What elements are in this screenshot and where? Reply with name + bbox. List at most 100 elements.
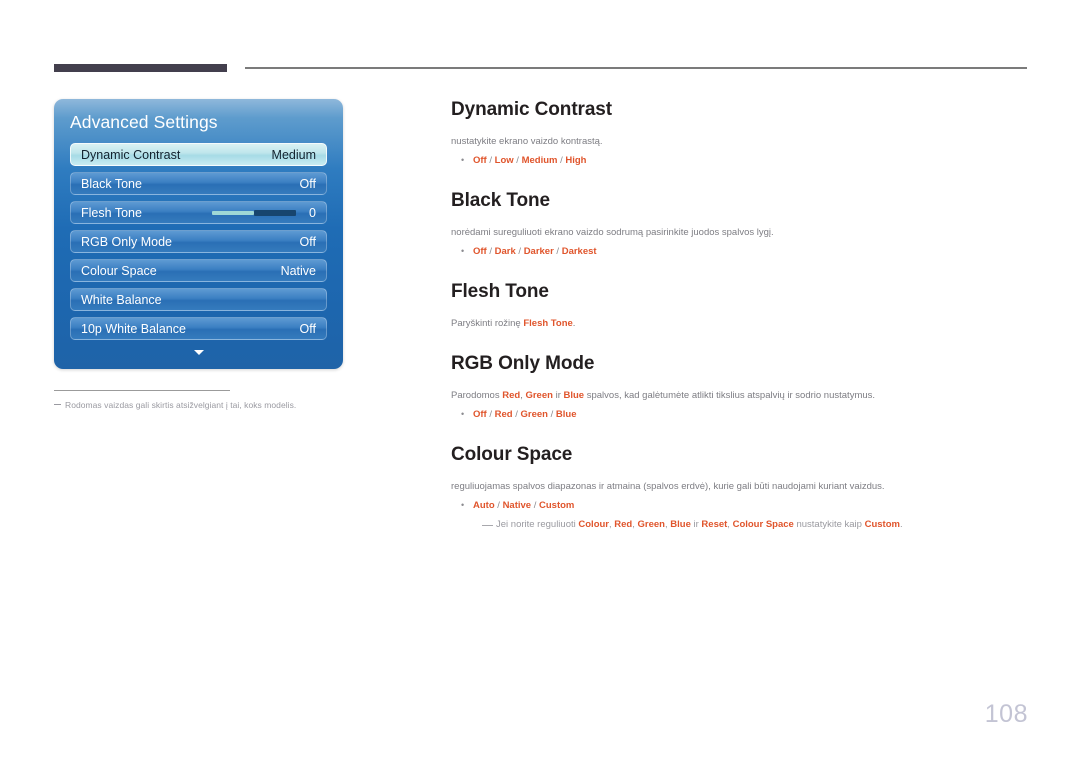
highlight-term: Red [614,518,633,530]
option-item: Darkest [561,245,597,257]
osd-row-label: RGB Only Mode [81,234,173,249]
option-list: • Off / Low / Medium / High [461,154,1031,168]
osd-row-slider[interactable] [212,209,296,216]
subnote-dash-icon [482,524,493,526]
option-separator: / [512,408,521,420]
chevron-down-icon[interactable] [193,350,204,355]
bullet-icon: • [461,245,465,256]
page-number: 108 [984,700,1028,728]
description-text: Parodomos [451,389,503,401]
osd-row-value: Medium [271,147,316,162]
slider-track-filled [212,210,254,215]
section-description: norėdami sureguliuoti ekrano vaizdo sodr… [451,227,774,239]
section-description: reguliuojamas spalvos diapazonas ir atma… [451,480,885,492]
highlight-term: Blue [670,518,691,530]
option-item: Darker [523,245,554,257]
option-separator: / [515,245,524,257]
option-item: Off [473,408,487,420]
osd-panel-title: Advanced Settings [70,112,218,132]
osd-row-rgb-only-mode[interactable]: RGB Only Mode Off [70,230,327,253]
option-values: Auto / Native / Custom [473,499,574,513]
bullet-icon: • [461,408,465,419]
section-description: Parodomos Red, Green ir Blue spalvos, ka… [451,389,1031,403]
highlight-term: Colour Space [732,518,794,530]
bullet-icon: • [461,499,465,510]
option-values: Off / Low / Medium / High [473,154,586,168]
section-colour-space: Colour Space reguliuojamas spalvos diapaz… [451,444,1031,532]
option-separator: / [531,499,539,511]
description-text: spalvos, kad galėtumėte atlikti tikslius… [584,389,876,401]
option-item: Native [502,499,532,511]
slider-track-remaining [254,209,296,216]
description-text: ir [552,389,564,401]
option-item: Custom [539,499,575,511]
option-separator: / [547,408,556,420]
osd-row-white-balance[interactable]: White Balance [70,288,327,311]
osd-row-value: Off [299,234,316,249]
subnote-fragment: . [899,518,903,530]
osd-row-label: Dynamic Contrast [81,147,181,162]
section-description: Paryškinti rožinę Flesh Tone. [451,317,1031,331]
section-rgb-only-mode: RGB Only Mode Parodomos Red, Green ir Blu… [451,353,1031,422]
option-item: Green [520,408,548,420]
highlight-term: Colour [578,518,609,530]
option-separator: / [486,245,495,257]
osd-row-label: White Balance [81,292,162,307]
option-list: • Auto / Native / Custom [461,499,1031,513]
option-list: • Off / Red / Green / Blue [461,408,1031,422]
osd-row-value: Native [280,263,316,278]
sub-note: Jei norite reguliuoti Colour, Red, Green… [482,518,1031,532]
section-dynamic-contrast: Dynamic Contrast nustatykite ekrano vaizd… [451,99,1031,168]
osd-row-label: Colour Space [81,263,157,278]
option-separator: / [486,408,495,420]
section-heading: Dynamic Contrast [451,99,612,120]
osd-row-value: 0 [309,205,316,220]
bullet-icon: • [461,154,465,165]
section-heading: RGB Only Mode [451,352,595,374]
option-separator: / [494,499,503,511]
subnote-text: Jei norite reguliuoti Colour, Red, Green… [496,518,903,532]
osd-row-label: Black Tone [81,176,142,191]
section-flesh-tone: Flesh Tone Paryškinti rožinę Flesh Tone. [451,281,1031,331]
footnote-divider [54,390,230,391]
osd-row-value: Off [299,176,316,191]
osd-row-10p-white-balance[interactable]: 10p White Balance Off [70,317,327,340]
highlight-term: Blue [563,389,585,401]
section-heading: Colour Space [451,443,573,465]
osd-row-dynamic-contrast[interactable]: Dynamic Contrast Medium [70,143,327,166]
osd-row-flesh-tone[interactable]: Flesh Tone 0 [70,201,327,224]
osd-row-label: 10p White Balance [81,321,186,336]
highlight-term: Flesh Tone [523,318,573,330]
content-column: Dynamic Contrast nustatykite ekrano vaizd… [451,99,1031,554]
footnote-dash-icon [54,404,61,406]
option-item: Off [473,245,487,257]
description-text: Paryškinti rožinę [451,318,524,330]
section-heading: Flesh Tone [451,281,549,303]
highlight-term: Red [502,389,521,401]
option-values: Off / Red / Green / Blue [473,408,577,422]
option-separator: / [553,245,562,257]
osd-row-label: Flesh Tone [81,205,142,220]
section-heading: Black Tone [451,190,550,212]
option-item: Medium [521,154,558,166]
option-item: Auto [473,499,495,511]
header-rule-line [245,67,1027,69]
section-black-tone: Black Tone norėdami sureguliuoti ekrano v… [451,190,1031,259]
option-values: Off / Dark / Darker / Darkest [473,245,597,259]
footnote: Rodomas vaizdas gali skirtis atsižvelgia… [54,400,354,410]
option-item: Blue [555,408,577,420]
option-separator: / [486,154,495,166]
option-item: Red [494,408,513,420]
footnote-text: Rodomas vaizdas gali skirtis atsižvelgia… [65,400,297,410]
osd-row-black-tone[interactable]: Black Tone Off [70,172,327,195]
highlight-term: Custom [864,518,900,530]
description-text: . [572,318,576,330]
option-item: Dark [494,245,516,257]
subnote-fragment: nustatykite kaip [793,518,865,530]
option-separator: / [513,154,522,166]
option-list: • Off / Dark / Darker / Darkest [461,245,1031,259]
osd-row-value: Off [299,321,316,336]
option-item: Off [473,154,487,166]
highlight-term: Green [637,518,665,530]
osd-row-colour-space[interactable]: Colour Space Native [70,259,327,282]
